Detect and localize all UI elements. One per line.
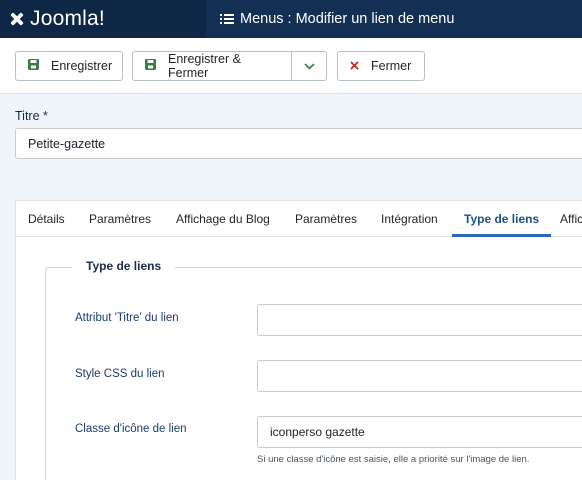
joomla-logo[interactable]: Joomla! [0,0,206,38]
link-css-style-input[interactable] [257,360,582,392]
close-icon [350,59,359,73]
tab-type-de-liens[interactable]: Type de liens [452,201,552,237]
title-input[interactable] [15,128,582,159]
toolbar: Enregistrer Enregistrer & Fermer Fermer [0,38,582,94]
tab-parametres[interactable]: Paramètres [89,201,151,237]
page-title: Menus : Modifier un lien de menu [220,0,454,38]
close-label: Fermer [371,59,412,73]
tab-details[interactable]: Détails [28,201,65,237]
tab-affichage[interactable]: Affic [560,201,582,237]
tab-integration[interactable]: Intégration [381,201,438,237]
top-header: Joomla! Menus : Modifier un lien de menu [0,0,582,38]
page-title-text: Menus : Modifier un lien de menu [240,11,455,27]
save-icon [145,59,156,73]
link-css-style-label: Style CSS du lien [75,368,165,380]
save-icon [28,59,39,73]
link-title-attr-input[interactable] [257,304,582,336]
save-label: Enregistrer [51,59,113,73]
list-icon [220,12,234,26]
close-button[interactable]: Fermer [337,51,425,81]
joomla-logo-icon [8,10,26,28]
save-options-dropdown[interactable] [291,51,327,81]
link-title-attr-label: Attribut 'Titre' du lien [75,312,179,324]
chevron-down-icon [303,59,315,73]
link-type-legend: Type de liens [72,259,176,273]
link-icon-class-input[interactable] [257,416,582,448]
save-close-label: Enregistrer & Fermer [168,52,241,80]
link-icon-class-label: Classe d'icône de lien [75,423,187,435]
tab-panel: Détails Paramètres Affichage du Blog Par… [15,200,582,480]
title-label: Titre * [15,109,48,123]
tab-parametres-2[interactable]: Paramètres [295,201,357,237]
tab-affichage-blog[interactable]: Affichage du Blog [176,201,270,237]
save-close-button[interactable]: Enregistrer & Fermer [132,51,292,81]
brand-name: Joomla! [30,7,105,30]
save-button[interactable]: Enregistrer [15,51,123,81]
tab-bar: Détails Paramètres Affichage du Blog Par… [16,201,582,237]
link-icon-class-help: Si une classe d'icône est saisie, elle a… [257,454,530,465]
